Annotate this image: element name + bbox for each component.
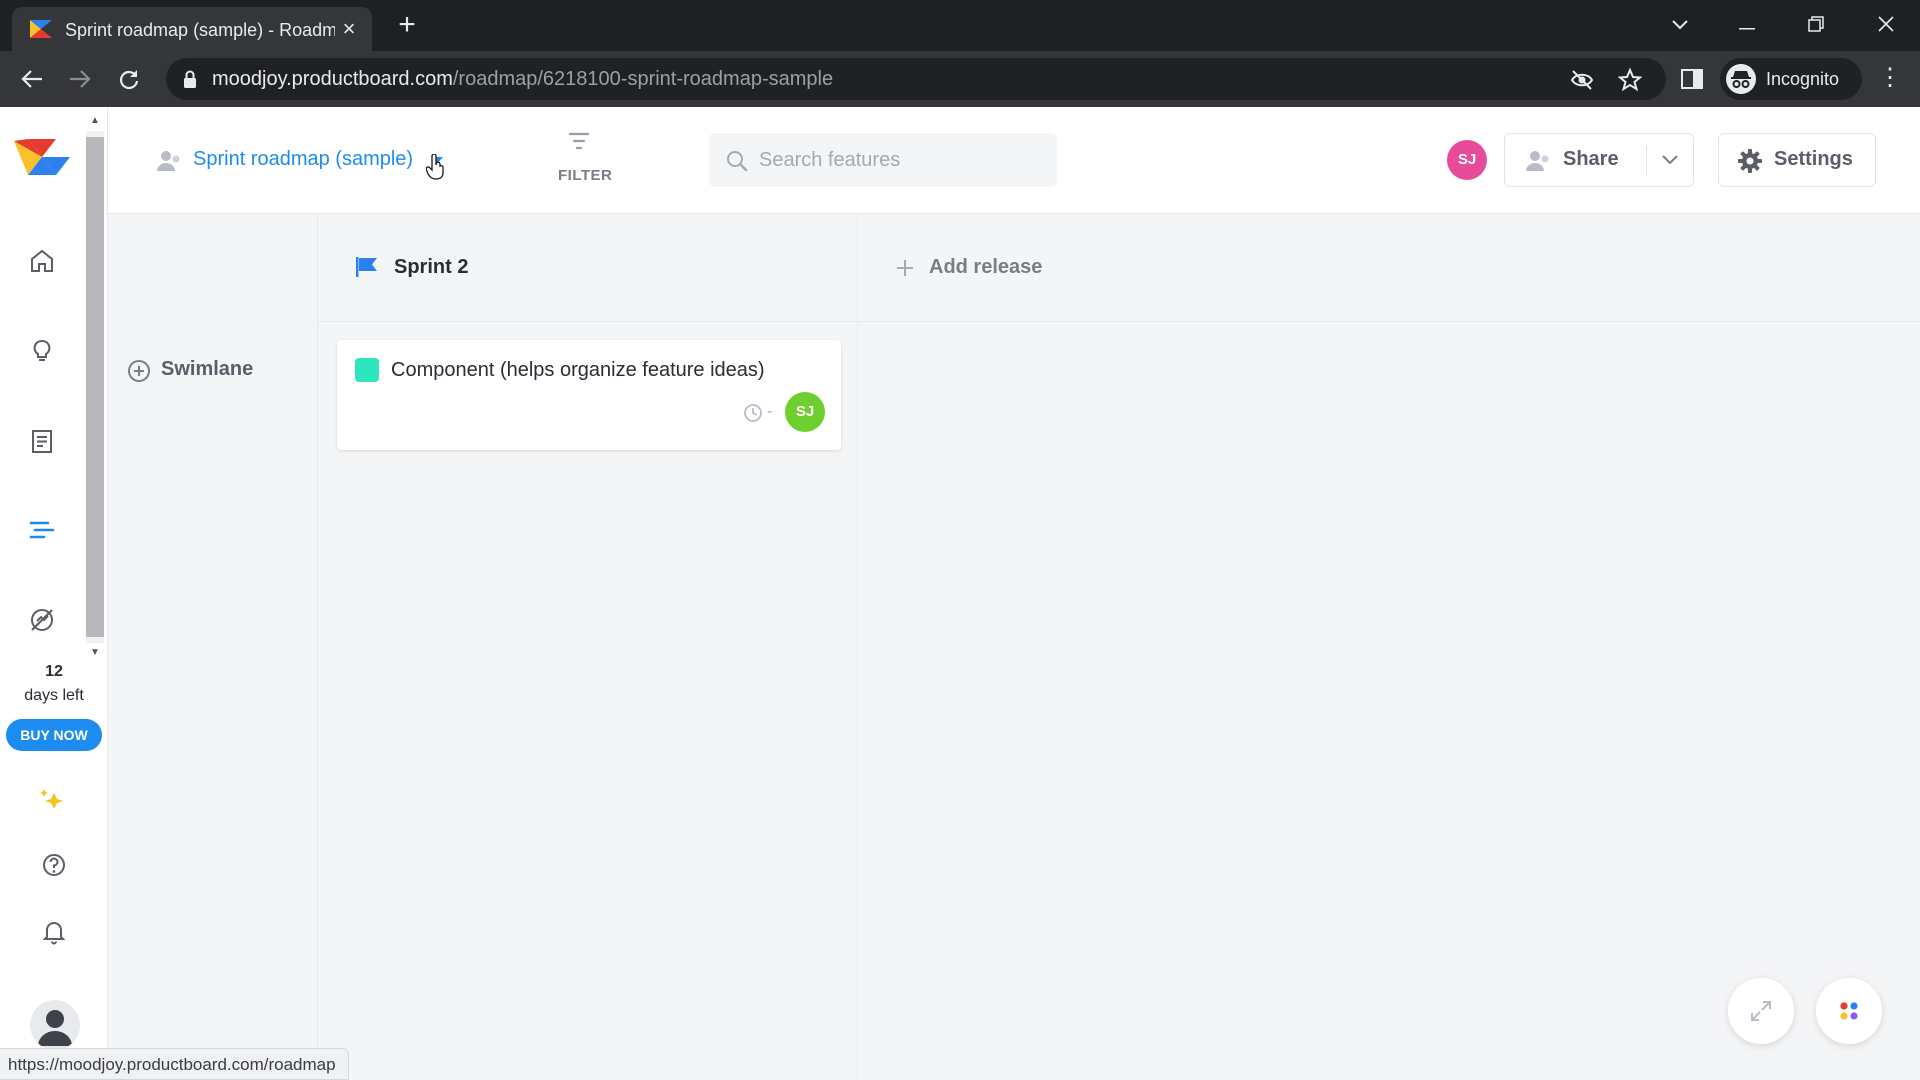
tab-close-icon[interactable]: × <box>337 17 361 41</box>
timeframe-value: - <box>767 403 773 420</box>
incognito-profile-button[interactable]: Incognito <box>1720 58 1862 100</box>
browser-menu-icon[interactable]: ⋮ <box>1878 63 1902 95</box>
forward-icon[interactable] <box>64 63 96 95</box>
settings-button[interactable]: Settings <box>1718 133 1876 187</box>
feature-card[interactable]: Component (helps organize feature ideas)… <box>337 340 841 450</box>
address-bar[interactable]: moodjoy.productboard.com/roadmap/6218100… <box>166 58 1666 100</box>
swimlane-column <box>108 214 318 1080</box>
board-title-dropdown[interactable]: Sprint roadmap (sample) <box>193 148 413 171</box>
tab-search-icon[interactable] <box>1660 8 1700 40</box>
release-flag-icon <box>356 257 377 277</box>
scroll-up-icon[interactable]: ▲ <box>86 113 104 129</box>
search-input[interactable] <box>759 145 1039 175</box>
home-icon[interactable] <box>24 243 60 279</box>
notifications-bell-icon[interactable] <box>36 913 72 949</box>
browser-toolbar: moodjoy.productboard.com/roadmap/6218100… <box>0 51 1920 107</box>
add-release-label: Add release <box>929 256 1043 278</box>
filter-button[interactable]: FILTER <box>558 167 612 184</box>
tab-title: Sprint roadmap (sample) - Roadmap <box>65 20 335 40</box>
trial-days-label: days left <box>24 687 84 704</box>
search-icon <box>727 151 748 172</box>
side-panel-icon[interactable] <box>1680 67 1704 91</box>
share-options-dropdown[interactable] <box>1647 134 1693 186</box>
scroll-down-icon[interactable]: ▼ <box>86 645 104 661</box>
reload-icon[interactable] <box>113 63 145 95</box>
release-header-row <box>318 214 1920 322</box>
browser-tab-strip: Sprint roadmap (sample) - Roadmap × + <box>0 0 1920 51</box>
browser-tab[interactable]: Sprint roadmap (sample) - Roadmap × <box>12 7 372 51</box>
chevron-down-icon <box>1662 155 1678 165</box>
clock-icon <box>744 404 762 422</box>
current-user-avatar[interactable]: SJ <box>1447 140 1487 180</box>
share-people-icon <box>1526 151 1549 171</box>
minimize-icon[interactable] <box>1727 8 1767 40</box>
url-host: moodjoy.productboard.com <box>212 68 453 90</box>
new-tab-icon[interactable]: + <box>392 10 422 41</box>
user-profile-avatar[interactable] <box>30 1000 80 1050</box>
gear-icon <box>1738 149 1762 173</box>
close-window-icon[interactable] <box>1866 8 1906 40</box>
share-button-group: Share <box>1504 133 1694 187</box>
url-text: moodjoy.productboard.com/roadmap/6218100… <box>212 68 833 91</box>
release-title[interactable]: Sprint 2 <box>394 256 468 279</box>
expand-arrows-icon <box>1751 1001 1771 1021</box>
whats-new-sparkle-icon[interactable] <box>36 783 72 819</box>
restore-icon[interactable] <box>1796 8 1836 40</box>
scroll-thumb[interactable] <box>86 137 104 637</box>
url-path: /roadmap/6218100-sprint-roadmap-sample <box>452 68 834 90</box>
expand-button[interactable] <box>1728 978 1794 1044</box>
left-rail: ▲ ▼ 12 days left BUY NOW <box>0 107 108 1080</box>
trial-days-count: 12 <box>45 663 63 680</box>
component-color-swatch <box>355 358 379 382</box>
shared-board-icon <box>157 151 180 171</box>
share-label: Share <box>1563 148 1619 170</box>
hand-cursor-icon <box>426 154 444 180</box>
assignee-avatar[interactable]: SJ <box>785 392 825 432</box>
buy-now-button[interactable]: BUY NOW <box>6 719 102 751</box>
apps-dots-icon <box>1840 1002 1858 1020</box>
incognito-icon <box>1726 64 1756 94</box>
release-column-divider <box>857 214 858 1080</box>
filter-icon[interactable] <box>567 130 591 152</box>
profile-label: Incognito <box>1766 69 1840 89</box>
help-icon[interactable] <box>36 847 72 883</box>
lock-icon <box>184 70 196 88</box>
add-swimlane-button[interactable]: Swimlane <box>127 356 267 384</box>
roadmap-icon[interactable] <box>24 512 60 548</box>
search-features-box[interactable] <box>709 133 1057 187</box>
notes-icon[interactable] <box>24 423 60 459</box>
portal-icon[interactable] <box>24 602 60 638</box>
eye-off-icon[interactable] <box>1570 68 1594 92</box>
status-bar-url: https://moodjoy.productboard.com/roadmap <box>0 1048 349 1080</box>
rail-scrollbar[interactable]: ▲ ▼ <box>84 111 106 663</box>
plus-icon <box>897 260 913 276</box>
back-icon[interactable] <box>16 63 48 95</box>
apps-button[interactable] <box>1816 978 1882 1044</box>
card-title: Component (helps organize feature ideas) <box>391 359 765 381</box>
productboard-logo[interactable] <box>14 137 70 177</box>
add-circle-icon <box>128 360 150 382</box>
settings-label: Settings <box>1774 148 1853 170</box>
bookmark-star-icon[interactable] <box>1618 68 1642 92</box>
insights-icon[interactable] <box>24 333 60 369</box>
swimlane-label: Swimlane <box>161 358 254 380</box>
app-header: Sprint roadmap (sample) FILTER SJ Share <box>108 107 1920 214</box>
productboard-favicon-icon <box>30 20 52 38</box>
share-button[interactable]: Share <box>1505 134 1645 186</box>
